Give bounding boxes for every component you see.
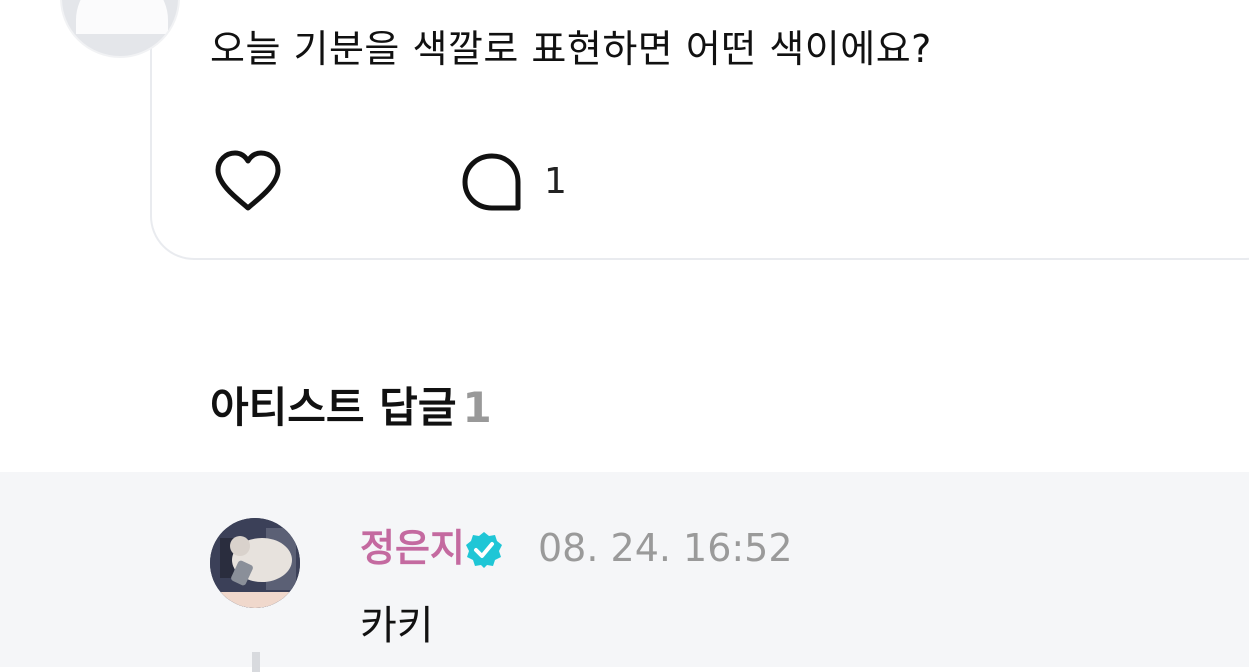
comment-count: 1 — [544, 161, 567, 202]
artist-avatar[interactable] — [210, 518, 300, 608]
reply-timestamp: 08. 24. 16:52 — [538, 526, 793, 570]
artist-avatar-photo — [210, 518, 300, 608]
heart-outline-icon — [215, 150, 281, 211]
post-text: 오늘 기분을 색깔로 표현하면 어떤 색이에요? — [210, 27, 932, 71]
avatar-shoulders-shape — [76, 0, 168, 34]
like-button[interactable] — [212, 148, 284, 214]
thread-connector-line — [252, 652, 260, 672]
artist-replies-heading: 아티스트 답글 1 — [210, 378, 492, 438]
verified-badge-icon — [463, 530, 505, 570]
reply-author-name[interactable]: 정은지 — [360, 522, 465, 574]
section-title-text: 아티스트 답글 — [210, 383, 457, 432]
comment-button[interactable] — [460, 150, 524, 214]
speech-bubble-icon — [462, 153, 521, 211]
reply-count: 1 — [462, 383, 492, 432]
reply-text: 카키 — [360, 603, 434, 649]
